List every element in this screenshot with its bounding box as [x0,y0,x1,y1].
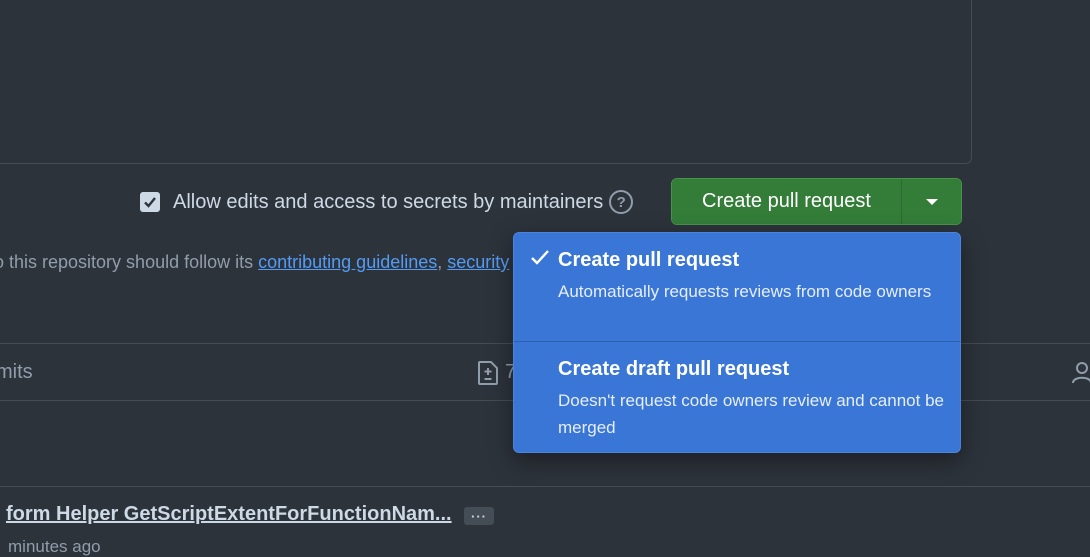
menu-item-create-pull-request[interactable]: Create pull request Automatically reques… [514,233,960,342]
commit-title-link[interactable]: form Helper GetScriptExtentForFunctionNa… [6,503,452,526]
menu-item-description: Doesn't request code owners review and c… [558,391,944,437]
divider [0,486,1090,487]
caret-down-icon [925,198,938,205]
allow-edits-label: Allow edits and access to secrets by mai… [173,190,604,213]
contributing-guidelines-link[interactable]: contributing guidelines [258,252,437,272]
menu-item-title: Create pull request [558,249,740,271]
question-circle-icon[interactable]: ? [609,190,634,214]
tab-commits[interactable]: mits [0,361,33,384]
check-icon [531,250,549,265]
file-diff-icon [478,361,498,385]
person-icon [1072,362,1090,384]
create-pr-dropdown-menu: Create pull request Automatically reques… [513,232,961,453]
menu-item-description: Automatically requests reviews from code… [558,282,932,301]
commit-ellipsis-button[interactable]: ··· [464,507,494,525]
allow-edits-row: Allow edits and access to secrets by mai… [140,189,634,215]
description-textarea[interactable] [0,0,972,164]
menu-item-title: Create draft pull request [558,358,790,380]
create-pr-dropdown-toggle[interactable] [902,179,961,224]
checkmark-icon [144,197,156,208]
commit-time: minutes ago [8,537,101,556]
create-pull-request-button[interactable]: Create pull request [672,179,902,224]
guidelines-comma: , [437,252,448,272]
guidelines-prefix: o this repository should follow its [0,252,259,272]
create-pr-button-group: Create pull request [671,178,962,225]
security-link[interactable]: security [447,252,509,272]
guidelines-text: o this repository should follow its cont… [0,252,509,273]
menu-item-create-draft-pull-request[interactable]: Create draft pull request Doesn't reques… [514,342,960,452]
allow-edits-checkbox[interactable] [140,192,160,212]
